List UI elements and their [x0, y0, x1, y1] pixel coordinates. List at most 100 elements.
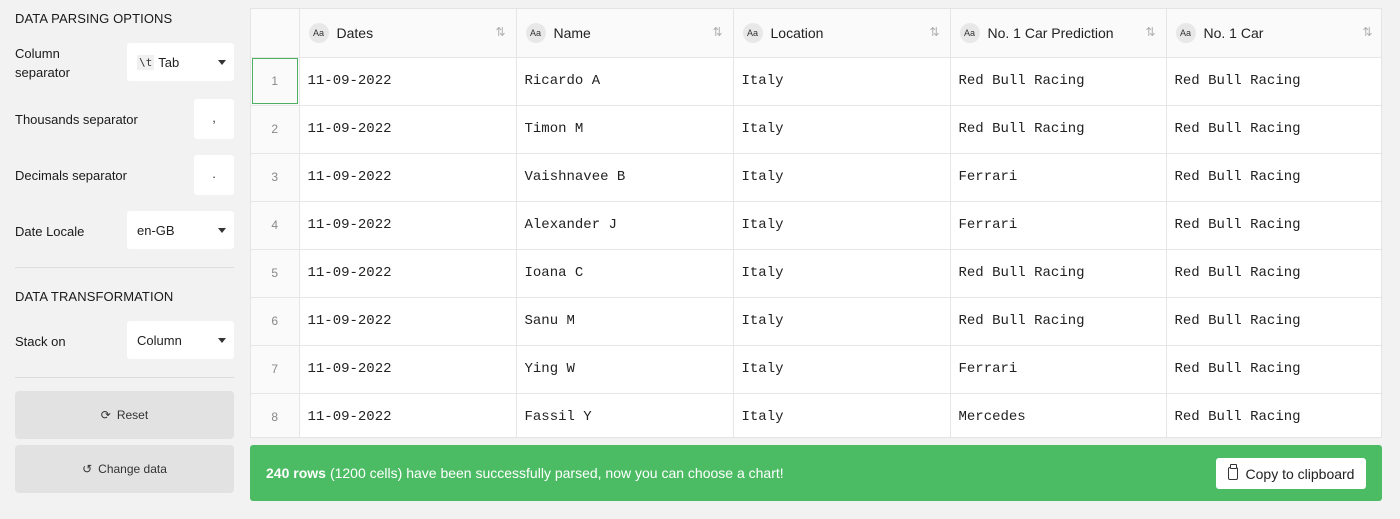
table-cell[interactable]: Italy — [733, 249, 951, 298]
date-locale-select[interactable]: en-GB — [127, 211, 234, 249]
table-cell[interactable]: 11-09-2022 — [299, 345, 517, 394]
column-header-label: Location — [770, 24, 824, 41]
table-cell[interactable]: 11-09-2022 — [299, 297, 517, 346]
table-row: 7 11-09-2022 Ying W Italy Ferrari Red Bu… — [251, 345, 1381, 394]
column-header-label: No. 1 Car Prediction — [987, 24, 1114, 41]
table-cell[interactable]: Timon M — [516, 105, 734, 154]
text-type-icon: Aa — [525, 22, 546, 43]
row-index[interactable]: 6 — [251, 297, 300, 346]
table-row: 5 11-09-2022 Ioana C Italy Red Bull Raci… — [251, 249, 1381, 298]
row-index[interactable]: 8 — [251, 393, 300, 437]
reset-button[interactable]: ⟳ Reset — [15, 391, 234, 439]
decimals-separator-label: Decimals separator — [15, 168, 127, 183]
table-cell[interactable]: Italy — [733, 105, 951, 154]
table-cell[interactable]: Vaishnavee B — [516, 153, 734, 202]
sort-icon[interactable]: ⇅ — [929, 25, 939, 39]
table-cell[interactable]: Italy — [733, 57, 951, 106]
table-cell[interactable]: Red Bull Racing — [1166, 393, 1381, 437]
table-cell[interactable]: Ricardo A — [516, 57, 734, 106]
table-row: 8 11-09-2022 Fassil Y Italy Mercedes Red… — [251, 393, 1381, 437]
thousands-separator-input[interactable]: , — [194, 99, 234, 139]
tab-code: \t — [137, 54, 155, 70]
table-row: 4 11-09-2022 Alexander J Italy Ferrari R… — [251, 201, 1381, 250]
sort-icon[interactable]: ⇅ — [495, 25, 505, 39]
table-cell[interactable]: Fassil Y — [516, 393, 734, 437]
table-cell[interactable]: Ioana C — [516, 249, 734, 298]
row-index[interactable]: 7 — [251, 345, 300, 394]
data-transformation-title: DATA TRANSFORMATION — [15, 289, 174, 304]
column-header-no1-car[interactable]: Aa No. 1 Car ⇅ — [1166, 9, 1381, 58]
caret-down-icon — [218, 228, 226, 233]
table-cell[interactable]: 11-09-2022 — [299, 153, 517, 202]
index-column-header — [251, 9, 300, 58]
table-cell[interactable]: Ferrari — [950, 201, 1167, 250]
row-index[interactable]: 3 — [251, 153, 300, 202]
caret-down-icon — [218, 338, 226, 343]
table-cell[interactable]: Alexander J — [516, 201, 734, 250]
sort-icon[interactable]: ⇅ — [712, 25, 722, 39]
stack-on-value: Column — [137, 332, 182, 348]
row-index[interactable]: 1 — [251, 57, 300, 106]
column-header-name[interactable]: Aa Name ⇅ — [516, 9, 734, 58]
thousands-separator-label: Thousands separator — [15, 112, 138, 127]
table-cell[interactable]: Red Bull Racing — [1166, 201, 1381, 250]
column-separator-value: Tab — [158, 54, 180, 70]
table-cell[interactable]: 11-09-2022 — [299, 57, 517, 106]
table-cell[interactable]: Ying W — [516, 345, 734, 394]
table-cell[interactable]: Red Bull Racing — [1166, 105, 1381, 154]
caret-down-icon — [218, 60, 226, 65]
column-header-no1-car-prediction[interactable]: Aa No. 1 Car Prediction ⇅ — [950, 9, 1167, 58]
table-cell[interactable]: Italy — [733, 393, 951, 437]
table-cell[interactable]: Red Bull Racing — [1166, 57, 1381, 106]
table-cell[interactable]: Ferrari — [950, 153, 1167, 202]
table-cell[interactable]: Italy — [733, 297, 951, 346]
sort-icon[interactable]: ⇅ — [1145, 25, 1155, 39]
table-row: 2 11-09-2022 Timon M Italy Red Bull Raci… — [251, 105, 1381, 154]
table-cell[interactable]: Red Bull Racing — [950, 105, 1167, 154]
sort-icon[interactable]: ⇅ — [1362, 25, 1372, 39]
copy-to-clipboard-label: Copy to clipboard — [1245, 465, 1355, 482]
table-cell[interactable]: Red Bull Racing — [1166, 345, 1381, 394]
table-cell[interactable]: 11-09-2022 — [299, 393, 517, 437]
data-table-container: Aa Dates ⇅ Aa Name ⇅ Aa Location ⇅ Aa No. 1 Car… — [250, 8, 1382, 438]
column-separator-label: Column separator — [15, 46, 70, 80]
table-cell[interactable]: 11-09-2022 — [299, 201, 517, 250]
date-locale-label: Date Locale — [15, 224, 85, 239]
text-type-icon: Aa — [1175, 22, 1196, 43]
change-data-button[interactable]: ↺ Change data — [15, 445, 234, 493]
column-header-label: No. 1 Car — [1203, 24, 1264, 41]
table-cell[interactable]: Ferrari — [950, 345, 1167, 394]
text-type-icon: Aa — [959, 22, 980, 43]
table-cell[interactable]: 11-09-2022 — [299, 249, 517, 298]
table-cell[interactable]: Red Bull Racing — [950, 249, 1167, 298]
row-index[interactable]: 2 — [251, 105, 300, 154]
reset-label: Reset — [116, 408, 149, 422]
table-cell[interactable]: Red Bull Racing — [950, 297, 1167, 346]
row-count: 240 rows — [266, 465, 326, 481]
copy-to-clipboard-button[interactable]: Copy to clipboard — [1216, 458, 1366, 489]
table-cell[interactable]: Italy — [733, 201, 951, 250]
table-cell[interactable]: Italy — [733, 345, 951, 394]
text-type-icon: Aa — [742, 22, 763, 43]
row-index[interactable]: 5 — [251, 249, 300, 298]
table-row: 1 11-09-2022 Ricardo A Italy Red Bull Ra… — [251, 57, 1381, 106]
table-cell[interactable]: Red Bull Racing — [950, 57, 1167, 106]
parse-success-message: (1200 cells) have been successfully pars… — [329, 465, 784, 481]
decimals-separator-input[interactable]: . — [194, 155, 234, 195]
table-header-row: Aa Dates ⇅ Aa Name ⇅ Aa Location ⇅ Aa No. 1 Car… — [251, 9, 1381, 58]
date-locale-value: en-GB — [137, 222, 175, 238]
table-cell[interactable]: 11-09-2022 — [299, 105, 517, 154]
column-header-location[interactable]: Aa Location ⇅ — [733, 9, 951, 58]
table-cell[interactable]: Italy — [733, 153, 951, 202]
column-separator-select[interactable]: \t Tab — [127, 43, 234, 81]
table-cell[interactable]: Red Bull Racing — [1166, 249, 1381, 298]
change-data-label: Change data — [98, 462, 167, 476]
column-header-dates[interactable]: Aa Dates ⇅ — [299, 9, 517, 58]
table-row: 6 11-09-2022 Sanu M Italy Red Bull Racin… — [251, 297, 1381, 346]
table-cell[interactable]: Red Bull Racing — [1166, 153, 1381, 202]
table-cell[interactable]: Mercedes — [950, 393, 1167, 437]
table-cell[interactable]: Red Bull Racing — [1166, 297, 1381, 346]
row-index[interactable]: 4 — [251, 201, 300, 250]
stack-on-select[interactable]: Column — [127, 321, 234, 359]
table-cell[interactable]: Sanu M — [516, 297, 734, 346]
